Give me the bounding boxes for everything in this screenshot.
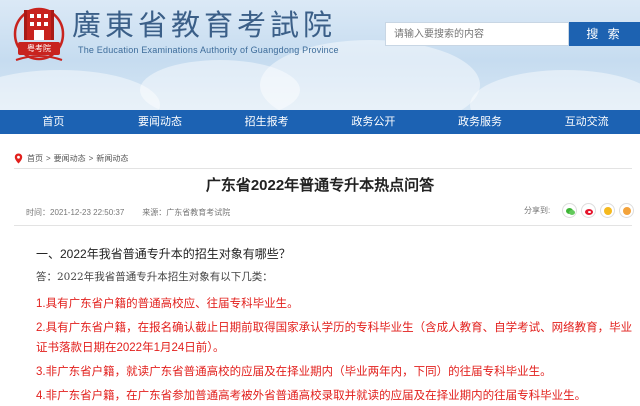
emblem-icon: [13, 7, 65, 61]
list-item: 2.具有广东省户籍，在报名确认截止日期前取得国家承认学历的专科毕业生（含成人教育…: [36, 322, 633, 334]
article-title: 广东省2022年普通专升本热点问答: [205, 177, 435, 194]
divider: [14, 225, 632, 226]
nav-item-news[interactable]: 要闻动态: [107, 110, 214, 134]
wechat-icon[interactable]: [562, 203, 578, 218]
list-item: 1.具有广东省户籍的普通高校应、往届专科毕业生。: [36, 298, 299, 310]
list-item: 4.非广东省户籍，在广东省参加普通高考被外省普通高校录取并就读的应届及在择业期内…: [36, 390, 587, 402]
more-share-icon[interactable]: [619, 203, 635, 218]
share-bar: 分享到:: [524, 203, 635, 218]
search-button[interactable]: 搜 索: [569, 22, 640, 46]
article-source: 来源：广东省教育考试院: [142, 208, 231, 217]
location-pin-icon: [14, 153, 23, 163]
breadcrumb-current[interactable]: 新闻动态: [96, 153, 128, 164]
share-label: 分享到:: [524, 206, 551, 215]
nav-item-interaction[interactable]: 互动交流: [533, 110, 640, 134]
qzone-icon[interactable]: [600, 203, 616, 218]
site-header: 粤考院 廣東省教育考試院 The Education Examinations …: [0, 0, 640, 110]
breadcrumb-separator: >: [46, 153, 51, 163]
search-input[interactable]: [385, 22, 569, 46]
site-title: 廣東省教育考試院: [72, 8, 337, 42]
weibo-icon[interactable]: [581, 203, 597, 218]
article-time: 时间：2021-12-23 22:50:37: [26, 208, 125, 217]
main-nav: 首页 要闻动态 招生报考 政务公开 政务服务 互动交流: [0, 110, 640, 134]
article-body: 一、2022年我省普通专升本的招生对象有哪些？ 答：2022年我省普通专升本招生…: [36, 245, 633, 406]
breadcrumb: 首页 > 要闻动态 > 新闻动态: [14, 151, 128, 165]
article-meta: 时间：2021-12-23 22:50:37 来源：广东省教育考试院: [26, 207, 230, 218]
nav-item-home[interactable]: 首页: [0, 110, 107, 134]
answer-intro: 答：2022年我省普通专升本招生对象有以下几类：: [36, 271, 273, 283]
nav-item-services[interactable]: 政务服务: [427, 110, 534, 134]
breadcrumb-news[interactable]: 要闻动态: [54, 153, 86, 164]
site-title-english: The Education Examinations Authority of …: [78, 45, 339, 55]
divider: [14, 168, 632, 169]
logo-text: 粤考院: [27, 44, 51, 53]
nav-item-enrollment[interactable]: 招生报考: [213, 110, 320, 134]
site-logo[interactable]: 粤考院: [12, 4, 66, 66]
nav-item-government-affairs[interactable]: 政务公开: [320, 110, 427, 134]
list-item: 3.非广东省户籍，就读广东省普通高校的应届及在择业期内（毕业两年内，下同）的往届…: [36, 366, 552, 378]
breadcrumb-separator: >: [88, 153, 94, 163]
question-heading: 一、2022年我省普通专升本的招生对象有哪些？: [36, 247, 291, 261]
breadcrumb-home[interactable]: 首页: [27, 153, 43, 164]
list-item: 证书落款日期在2022年1月24日前）。: [36, 342, 225, 354]
